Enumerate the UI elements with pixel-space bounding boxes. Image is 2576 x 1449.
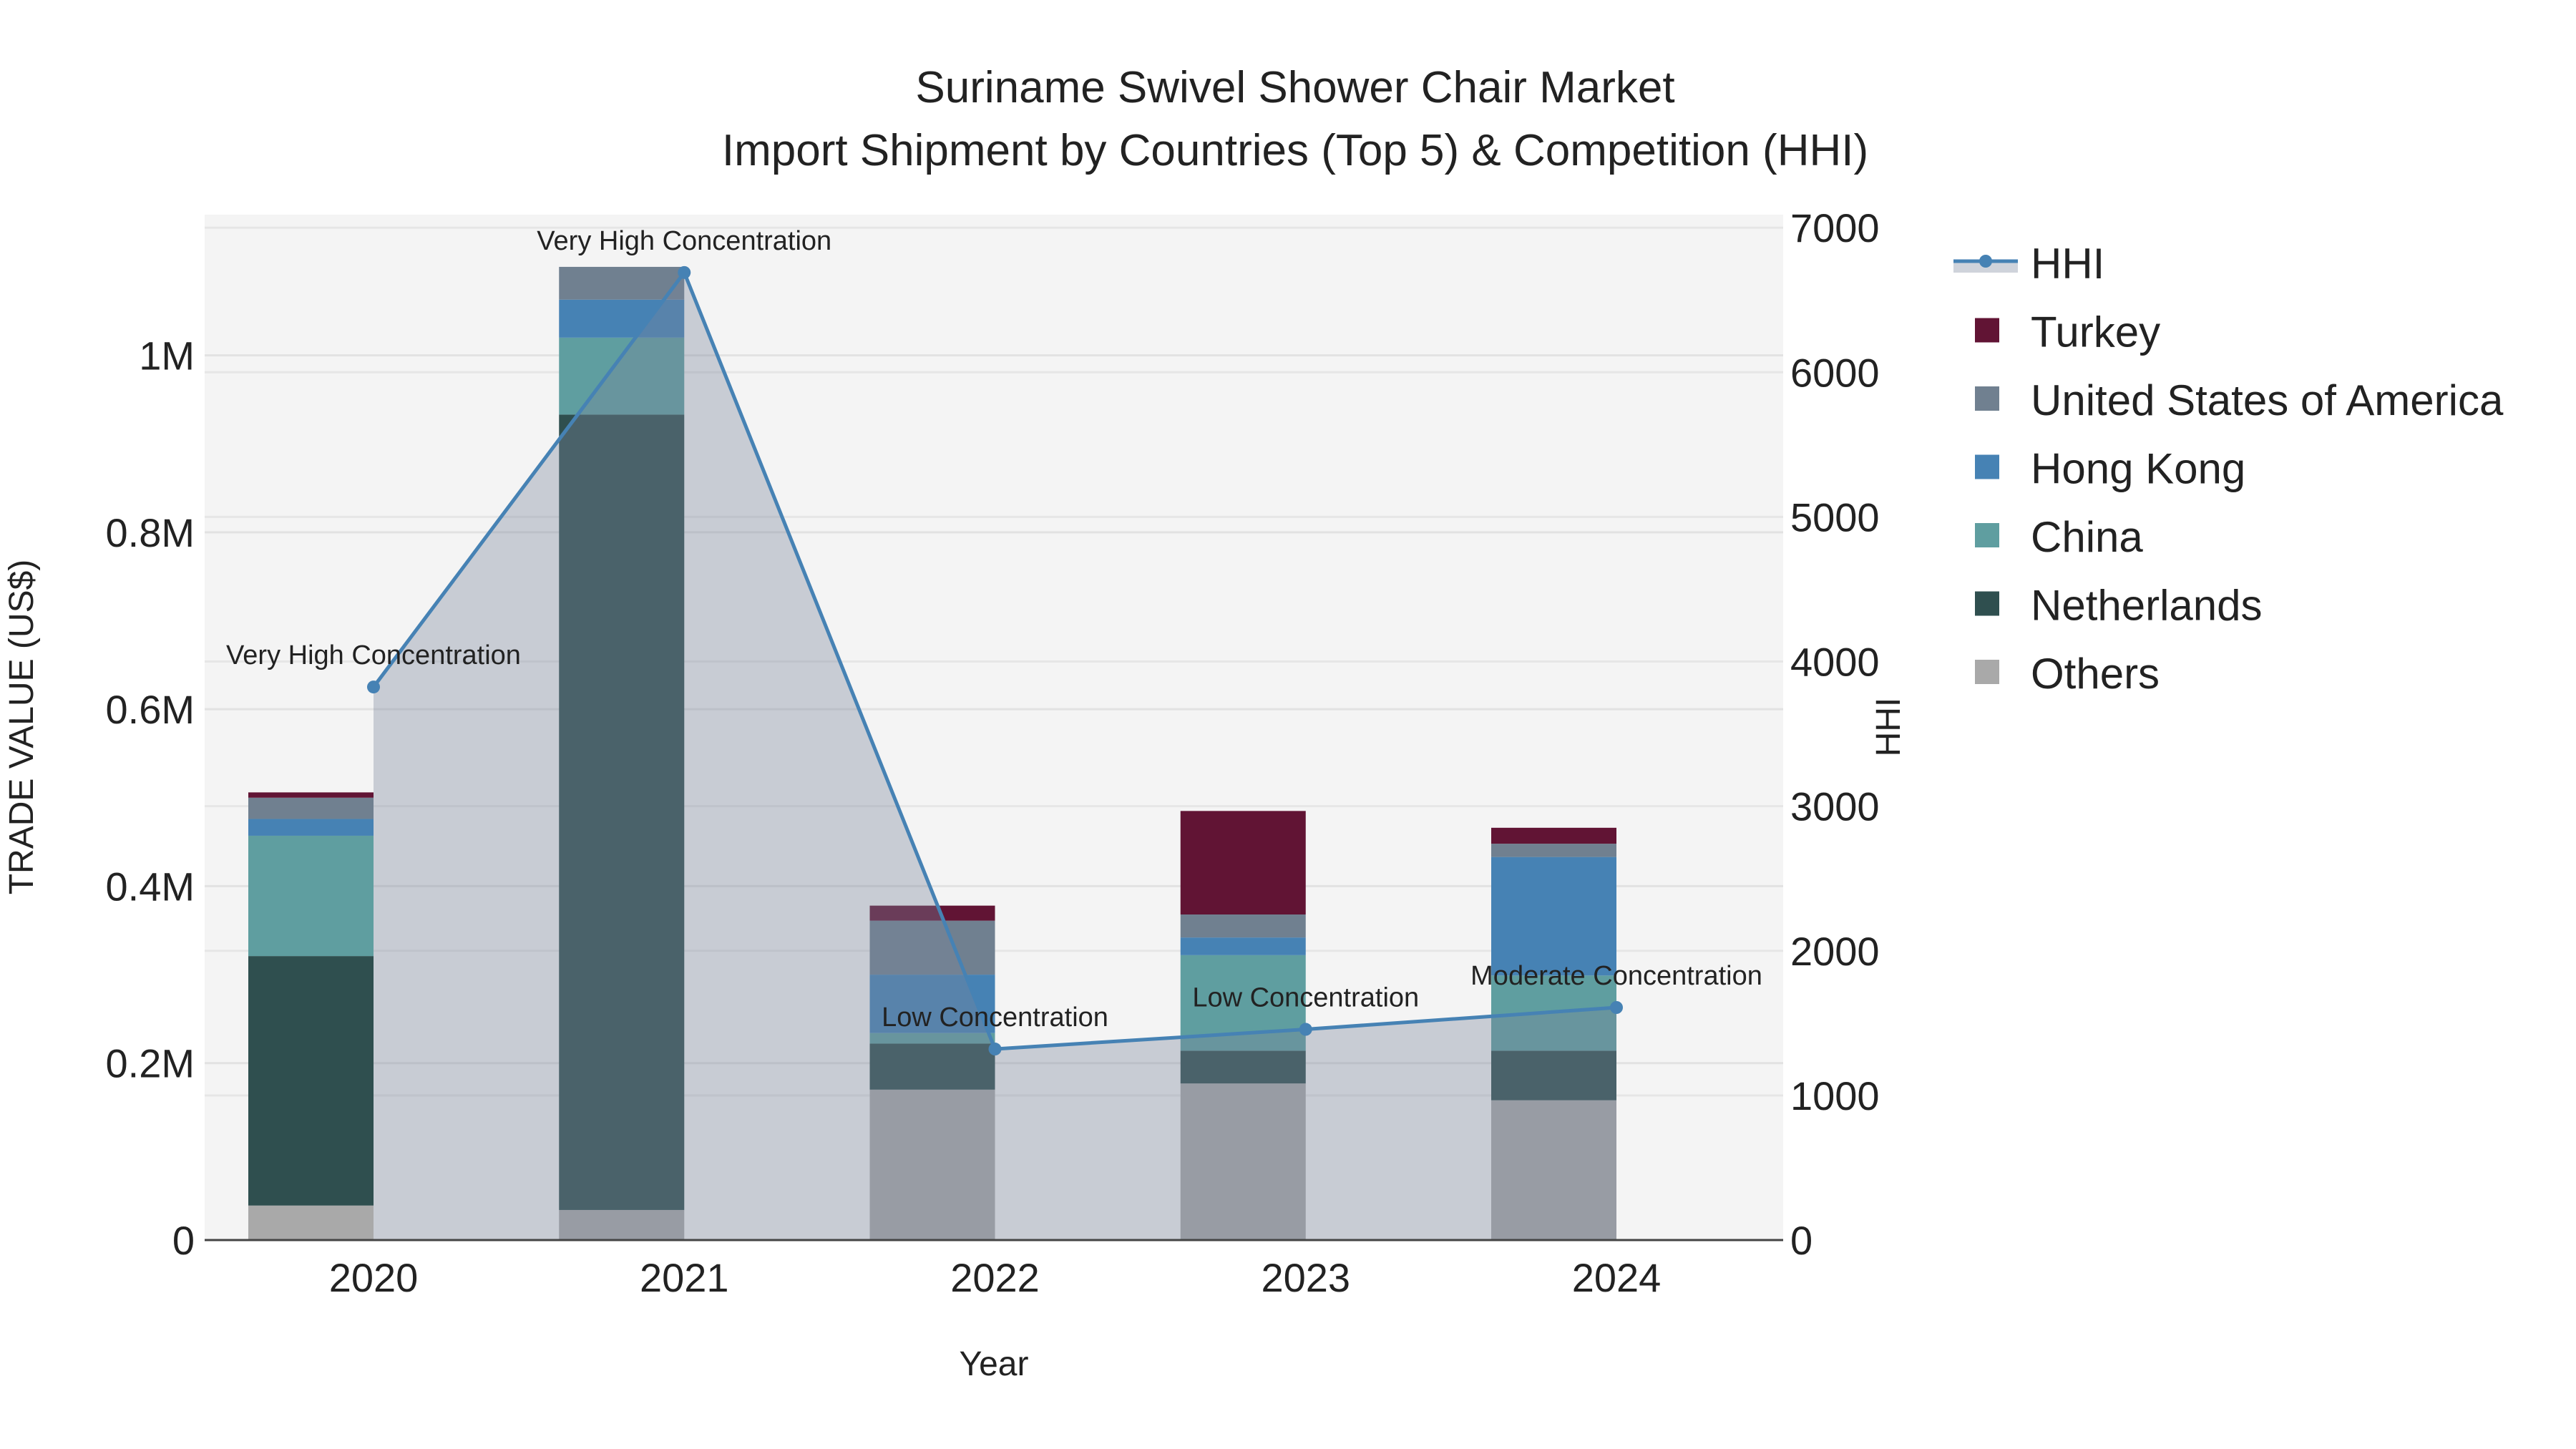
hhi-point	[988, 1043, 1002, 1056]
bar-turkey	[248, 792, 374, 798]
bar-hong-kong	[1491, 857, 1616, 976]
legend-item[interactable]: China	[1975, 513, 2143, 561]
x-tick-label: 2023	[1261, 1255, 1350, 1300]
chart-subtitle: Import Shipment by Countries (Top 5) & C…	[722, 126, 1868, 175]
y2-tick-label: 3000	[1790, 784, 1880, 829]
bar-china	[248, 835, 374, 957]
legend: HHI Turkey United States of America Hong Ko…	[1953, 240, 2504, 698]
bar-united-states-of-america	[1180, 914, 1306, 938]
y2-tick-label: 1000	[1790, 1073, 1880, 1118]
x-axis-title: Year	[960, 1345, 1029, 1383]
y-axis-title: TRADE VALUE (US$)	[3, 560, 41, 895]
legend-label: Others	[2031, 650, 2160, 698]
bar-turkey	[1180, 811, 1306, 915]
y-tick-label: 0.2M	[106, 1041, 195, 1086]
hhi-point	[1299, 1023, 1312, 1036]
legend-label: Netherlands	[2031, 582, 2263, 630]
legend-item[interactable]: HHI	[1953, 240, 2104, 288]
y2-tick-label: 5000	[1790, 494, 1880, 540]
y-tick-label: 1M	[139, 333, 195, 379]
y2-tick-label: 7000	[1790, 205, 1880, 250]
legend-label: Hong Kong	[2031, 445, 2245, 493]
hhi-point	[678, 265, 691, 279]
legend-swatch	[1975, 591, 1999, 616]
hhi-point	[1610, 1000, 1623, 1014]
y-tick-label: 0.4M	[106, 864, 195, 909]
bar-united-states-of-america	[1491, 844, 1616, 857]
chart: 0 0.2M 0.4M 0.6M 0.8M 1M 0 1000 2000 3000 4000 5000…	[3, 63, 2504, 1383]
legend-swatch	[1975, 318, 1999, 343]
x-tick-label: 2022	[950, 1255, 1040, 1300]
legend-label: HHI	[2031, 240, 2104, 288]
legend-swatch	[1975, 660, 1999, 684]
hhi-annotation: Low Concentration	[882, 1002, 1108, 1033]
y2-tick-label: 2000	[1790, 929, 1880, 974]
bar-netherlands	[248, 956, 374, 1206]
legend-item[interactable]: Others	[1975, 650, 2160, 698]
legend-swatch	[1975, 523, 1999, 547]
y2-axis-title: HHI	[1870, 698, 1908, 757]
y-tick-label: 0.6M	[106, 687, 195, 732]
hhi-point	[367, 680, 380, 694]
bar-others	[248, 1205, 374, 1240]
hhi-annotation: Very High Concentration	[226, 640, 521, 670]
bar-hong-kong	[248, 819, 374, 836]
y-tick-label: 0.8M	[106, 510, 195, 555]
hhi-annotation: Low Concentration	[1192, 983, 1419, 1013]
legend-swatch	[1975, 386, 1999, 411]
hhi-annotation: Moderate Concentration	[1470, 961, 1762, 991]
bar-turkey	[1491, 827, 1616, 844]
legend-swatch	[1975, 454, 1999, 479]
legend-item[interactable]: United States of America	[1975, 376, 2504, 424]
legend-item[interactable]: Hong Kong	[1975, 445, 2245, 493]
y2-tick-label: 4000	[1790, 640, 1880, 685]
legend-label: China	[2031, 513, 2143, 561]
legend-label: Turkey	[2031, 308, 2160, 356]
hhi-annotation: Very High Concentration	[537, 226, 831, 256]
legend-label: United States of America	[2031, 376, 2504, 424]
y2-tick-label: 6000	[1790, 350, 1880, 395]
x-tick-label: 2024	[1572, 1255, 1662, 1300]
x-tick-label: 2021	[640, 1255, 729, 1300]
legend-item[interactable]: Turkey	[1975, 308, 2160, 356]
bar-united-states-of-america	[248, 797, 374, 819]
y-tick-label: 0	[172, 1218, 195, 1263]
x-tick-label: 2020	[329, 1255, 419, 1300]
chart-title: Suriname Swivel Shower Chair Market	[915, 63, 1674, 112]
y2-tick-label: 0	[1790, 1218, 1813, 1263]
legend-item[interactable]: Netherlands	[1975, 582, 2263, 630]
legend-swatch-marker	[1979, 255, 1992, 268]
bar-hong-kong	[1180, 937, 1306, 955]
